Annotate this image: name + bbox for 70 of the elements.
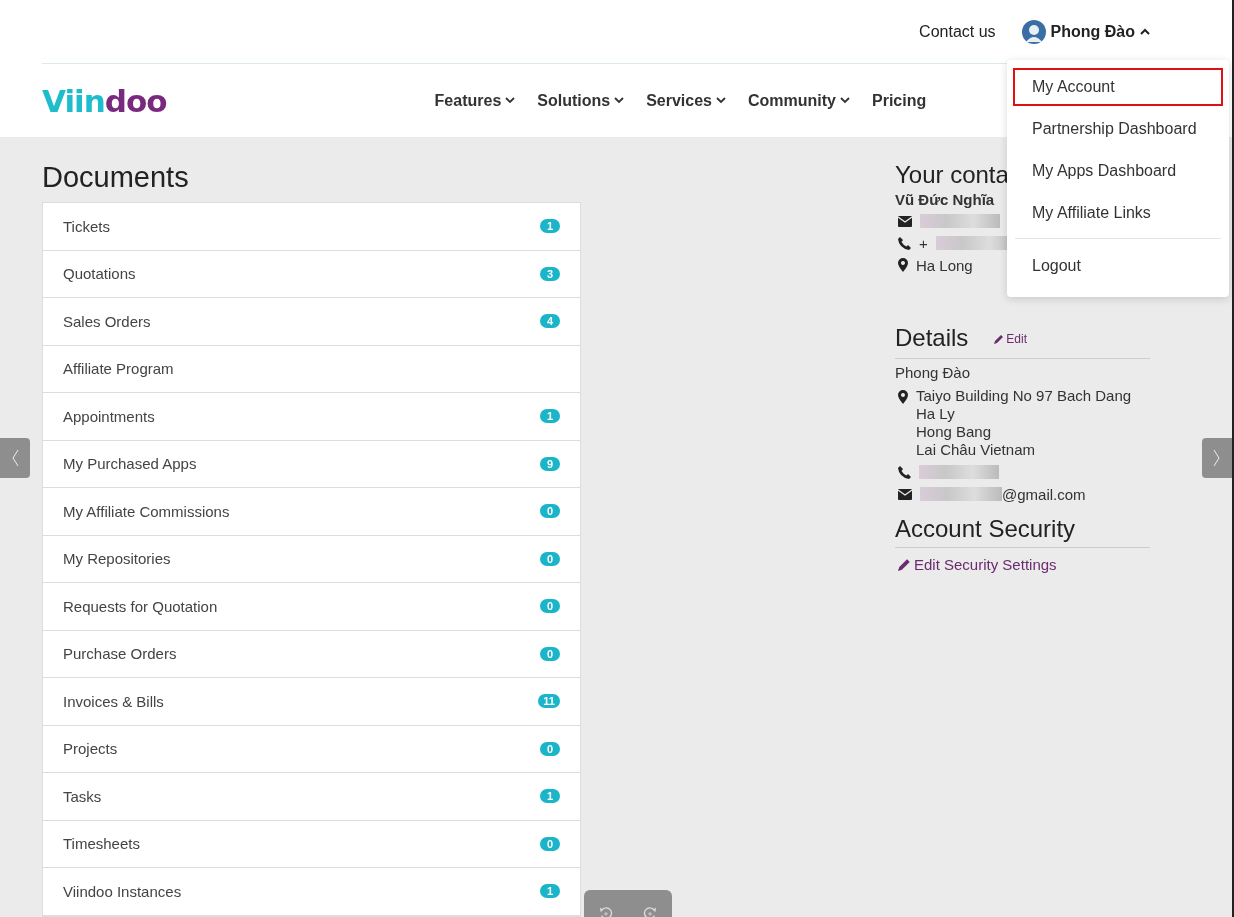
document-list-item[interactable]: Tickets 1 [43, 203, 580, 251]
user-menu-toggle[interactable]: Phong Đào [1021, 19, 1150, 44]
nav-link[interactable]: Community [748, 91, 850, 110]
menu-item[interactable]: My Affiliate Links [1013, 194, 1223, 232]
security-settings-link[interactable]: Edit Security Settings [898, 556, 1057, 573]
email-text: @gmail.com [1002, 485, 1086, 503]
contact-link[interactable]: Contact us [919, 22, 996, 41]
document-list-item[interactable]: Requests for Quotation 0 [43, 583, 580, 631]
document-list-item[interactable]: Affiliate Program [43, 345, 580, 393]
count-badge: 0 [540, 551, 560, 566]
document-list-item[interactable]: Tasks 1 [43, 773, 580, 821]
envelope-icon [898, 488, 912, 500]
count-badge: 0 [540, 599, 560, 614]
section-title: Documents [42, 161, 190, 194]
count-badge: 4 [540, 314, 560, 329]
contact-name: Vũ Đức Nghĩa [895, 191, 996, 208]
map-pin-icon [898, 390, 908, 404]
document-list-item[interactable]: Sales Orders 4 [43, 298, 580, 346]
menu-item[interactable]: Partnership Dashboard [1013, 110, 1223, 148]
count-badge: 0 [540, 741, 560, 756]
document-list-item[interactable]: Invoices & Bills 11 [43, 678, 580, 726]
count-badge: 0 [540, 504, 560, 519]
count-badge: 11 [538, 694, 560, 709]
document-list-item[interactable]: Viindoo Instances 1 [43, 868, 580, 916]
address-text: Taiyo Building No 97 Bach Dang Ha Ly Hong Bang Lai Châu Vietnam [916, 387, 1132, 459]
chevron-left-icon [11, 449, 19, 467]
document-list-item[interactable]: My Repositories 0 [43, 535, 580, 583]
menu-item[interactable]: My Account [1013, 68, 1223, 106]
person-name: Phong Đào [895, 364, 972, 381]
rotate-left-icon[interactable] [598, 906, 614, 917]
count-badge: 9 [540, 456, 560, 471]
chevron-right-icon [1213, 449, 1221, 467]
document-list-item[interactable]: Quotations 3 [43, 250, 580, 298]
logout-menu-item[interactable]: Logout [1013, 247, 1223, 285]
document-list-item[interactable]: Purchase Orders 0 [43, 630, 580, 678]
document-list-item[interactable]: My Purchased Apps 9 [43, 440, 580, 488]
section-title: Details [895, 324, 969, 352]
avatar-icon [1021, 19, 1046, 44]
logo[interactable]: Viindoo [42, 82, 167, 119]
document-list-item[interactable]: Appointments 1 [43, 393, 580, 441]
city-text: Ha Long [916, 256, 973, 274]
count-badge: 3 [540, 266, 560, 281]
edit-link[interactable]: Edit [994, 332, 1028, 346]
phone-prefix: + [919, 234, 928, 252]
phone-icon [898, 465, 911, 479]
rotate-right-icon[interactable] [642, 906, 658, 917]
envelope-icon [898, 215, 912, 227]
pencil-icon [898, 558, 911, 571]
count-badge: 1 [540, 409, 560, 424]
document-list-item[interactable]: My Affiliate Commissions 0 [43, 488, 580, 536]
section-title: Your conta [895, 161, 1009, 189]
nav-link[interactable]: Services [646, 91, 726, 110]
document-list-item[interactable]: Projects 0 [43, 725, 580, 773]
menu-item[interactable]: My Apps Dashboard [1013, 152, 1223, 190]
phone-icon [898, 236, 911, 250]
next-button[interactable] [1202, 438, 1232, 478]
count-badge: 0 [540, 836, 560, 851]
previous-button[interactable] [0, 438, 30, 478]
map-pin-icon [898, 258, 908, 272]
count-badge: 1 [540, 219, 560, 234]
pencil-icon [994, 334, 1005, 344]
count-badge: 1 [540, 884, 560, 899]
caret-icon [1140, 28, 1150, 35]
document-list-item[interactable]: Timesheets 0 [43, 820, 580, 868]
count-badge: 0 [540, 646, 560, 661]
nav-link[interactable]: Solutions [537, 91, 625, 110]
nav-link[interactable]: Features [434, 91, 516, 110]
section-title: Account Security [895, 515, 1150, 548]
nav-link[interactable]: Pricing [872, 91, 927, 110]
count-badge: 1 [540, 789, 560, 804]
